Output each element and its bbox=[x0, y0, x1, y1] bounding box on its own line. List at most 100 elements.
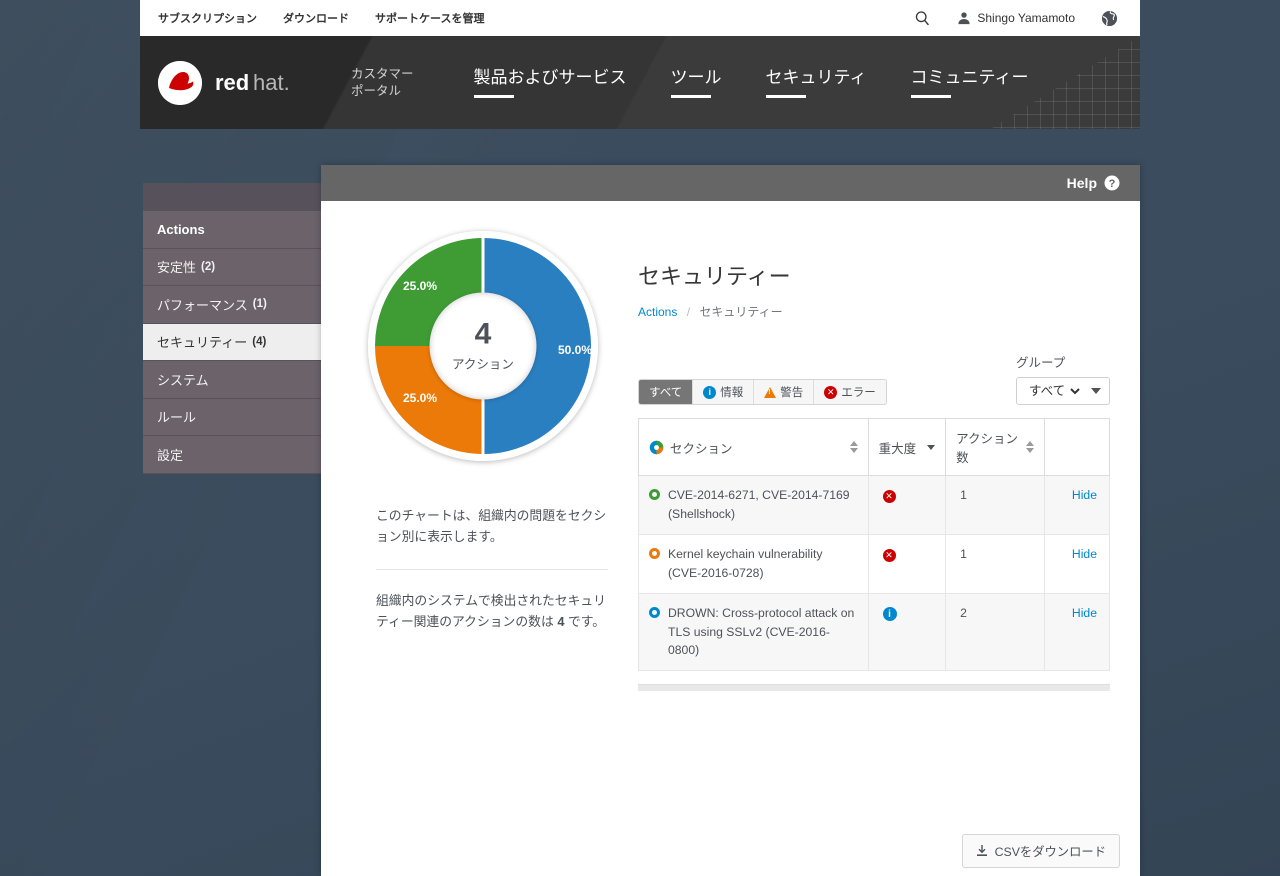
help-link[interactable]: Help ? bbox=[1067, 175, 1120, 191]
sidebar-item-label: ルール bbox=[157, 410, 197, 426]
globe-icon[interactable] bbox=[1101, 10, 1118, 27]
sidebar-item-security[interactable]: セキュリティー (4) bbox=[143, 323, 323, 361]
column-header-actions bbox=[1044, 418, 1110, 476]
breadcrumb-root-link[interactable]: Actions bbox=[638, 305, 677, 319]
sort-desc-icon[interactable] bbox=[927, 444, 936, 450]
breadcrumb: Actions / セキュリティー bbox=[638, 303, 1110, 320]
nav-community[interactable]: コミュニティー bbox=[910, 63, 1028, 102]
panel-body: 50.0% 25.0% 25.0% 4 アクション このチャートは、組織内の問題… bbox=[321, 201, 1140, 841]
caret-down-icon[interactable] bbox=[1091, 388, 1101, 394]
nav-products-and-services[interactable]: 製品およびサービス bbox=[473, 63, 627, 102]
filter-error-label: エラー bbox=[841, 387, 876, 399]
filter-warning-label: 警告 bbox=[780, 387, 804, 399]
table-body: CVE-2014-6271, CVE-2014-7169 (Shellshock… bbox=[638, 475, 1110, 672]
table-header-row: セクション 重大度 アクション数 bbox=[638, 418, 1110, 476]
chart-description-paragraph-2: 組織内のシステムで検出されたセキュリティー関連のアクションの数は 4 です。 bbox=[376, 590, 608, 632]
hide-link[interactable]: Hide bbox=[1072, 606, 1097, 620]
search-icon[interactable] bbox=[914, 10, 931, 27]
sidebar-item-settings[interactable]: 設定 bbox=[143, 436, 323, 474]
topbar-link-support-cases[interactable]: サポートケースを管理 bbox=[375, 10, 484, 26]
cell-actions: Hide bbox=[1044, 592, 1110, 672]
hide-link[interactable]: Hide bbox=[1072, 547, 1097, 561]
main-navigation: 製品およびサービス ツール セキュリティ コミュニティー bbox=[473, 63, 1028, 102]
column-header-severity[interactable]: 重大度 bbox=[867, 418, 947, 476]
redhat-wordmark-icon: red hat. bbox=[215, 70, 323, 96]
chart-description-divider bbox=[376, 569, 608, 571]
group-filter-label: グループ bbox=[1016, 356, 1066, 370]
sidebar-item-system[interactable]: システム bbox=[143, 361, 323, 399]
cell-actions: Hide bbox=[1044, 533, 1110, 594]
warning-triangle-icon bbox=[764, 386, 777, 398]
filter-controls: すべて i 情報 警告 ✕ エラー グルー bbox=[638, 353, 1110, 405]
filter-all-label: すべて bbox=[649, 387, 683, 399]
column-header-severity-label: 重大度 bbox=[878, 441, 917, 456]
top-utility-links: サブスクリプション ダウンロード サポートケースを管理 bbox=[140, 10, 484, 26]
section-pie-icon bbox=[649, 440, 664, 455]
error-icon: ✕ bbox=[882, 549, 896, 563]
info-icon: i bbox=[703, 385, 717, 399]
svg-text:hat.: hat. bbox=[253, 70, 290, 95]
table-row[interactable]: DROWN: Cross-protocol attack on TLS usin… bbox=[638, 592, 1110, 672]
filter-info-button[interactable]: i 情報 bbox=[693, 380, 755, 404]
sort-icon[interactable] bbox=[849, 441, 858, 453]
donut-slice-label-green: 25.0% bbox=[403, 279, 438, 293]
hide-link[interactable]: Hide bbox=[1072, 488, 1097, 502]
donut-center: 4 アクション bbox=[429, 292, 537, 400]
redhat-logo[interactable]: red hat. bbox=[155, 58, 323, 108]
column-header-section-label: セクション bbox=[670, 441, 733, 456]
topbar-link-subscriptions[interactable]: サブスクリプション bbox=[158, 10, 257, 26]
section-name: DROWN: Cross-protocol attack on TLS usin… bbox=[668, 605, 855, 658]
table-row[interactable]: Kernel keychain vulnerability (CVE-2016-… bbox=[638, 533, 1110, 594]
top-utility-bar: サブスクリプション ダウンロード サポートケースを管理 Shingo Yamam… bbox=[140, 0, 1140, 36]
masthead: red hat. カスタマー ポータル 製品およびサービス ツール セキュリティ… bbox=[140, 36, 1140, 129]
nav-tools[interactable]: ツール bbox=[670, 63, 722, 102]
sidebar-header-actions: Actions bbox=[143, 211, 323, 249]
svg-text:?: ? bbox=[1109, 178, 1116, 190]
sort-icon[interactable] bbox=[1026, 441, 1035, 453]
top-utility-right: Shingo Yamamoto bbox=[914, 10, 1140, 27]
sidebar-item-label: システム bbox=[157, 372, 209, 388]
table-footer-bar bbox=[638, 684, 1110, 692]
column-header-action-count[interactable]: アクション数 bbox=[945, 418, 1046, 476]
chart-description: このチャートは、組織内の問題をセクション別に表示します。 組織内のシステムで検出… bbox=[376, 505, 608, 632]
group-select-wrapper[interactable]: すべて bbox=[1016, 377, 1110, 405]
chart-description-paragraph-1: このチャートは、組織内の問題をセクション別に表示します。 bbox=[376, 508, 607, 545]
filter-warning-button[interactable]: 警告 bbox=[754, 380, 815, 404]
cell-severity: i bbox=[867, 592, 947, 672]
sidebar-item-label: パフォーマンス bbox=[157, 297, 248, 313]
download-icon bbox=[976, 845, 988, 857]
main-panel: Help ? 50.0% 25.0% 25.0% 4 アクション このチャートは… bbox=[321, 165, 1140, 876]
question-circle-icon: ? bbox=[1104, 175, 1120, 191]
section-ring-icon bbox=[649, 489, 660, 500]
download-csv-label: CSVをダウンロード bbox=[994, 845, 1106, 859]
security-actions-table: セクション 重大度 アクション数 CVE-2014-6271, CVE-2014… bbox=[638, 418, 1110, 672]
cell-section: Kernel keychain vulnerability (CVE-2016-… bbox=[638, 533, 869, 594]
donut-center-value: 4 bbox=[474, 317, 492, 351]
topbar-link-downloads[interactable]: ダウンロード bbox=[283, 10, 349, 26]
sidebar-item-label: セキュリティー bbox=[157, 335, 248, 351]
user-icon bbox=[957, 11, 971, 25]
table-head: セクション 重大度 アクション数 bbox=[638, 418, 1110, 476]
panel-footer: CSVをダウンロード bbox=[321, 826, 1140, 876]
sidebar-item-rules[interactable]: ルール bbox=[143, 398, 323, 436]
nav-security[interactable]: セキュリティ bbox=[765, 63, 867, 102]
cell-section: CVE-2014-6271, CVE-2014-7169 (Shellshock… bbox=[638, 475, 869, 535]
sidebar-top-stub bbox=[143, 183, 323, 211]
sidebar-item-performance[interactable]: パフォーマンス (1) bbox=[143, 286, 323, 324]
user-account[interactable]: Shingo Yamamoto bbox=[957, 11, 1075, 25]
list-column: セキュリティー Actions / セキュリティー すべて i 情報 ! 警告 … bbox=[626, 201, 1140, 841]
download-csv-button[interactable]: CSVをダウンロード bbox=[961, 834, 1120, 868]
chart-desc-text-after: です。 bbox=[564, 614, 606, 630]
sidebar-item-count: (2) bbox=[201, 260, 216, 273]
sidebar-item-stability[interactable]: 安定性 (2) bbox=[143, 248, 323, 286]
column-header-section[interactable]: セクション bbox=[638, 418, 869, 476]
panel-header: Help ? bbox=[321, 165, 1140, 201]
section-ring-icon bbox=[649, 547, 660, 559]
table-row[interactable]: CVE-2014-6271, CVE-2014-7169 (Shellshock… bbox=[638, 475, 1110, 535]
section-ring-icon bbox=[649, 606, 660, 618]
filter-all-button[interactable]: すべて bbox=[639, 380, 694, 404]
cell-actions: Hide bbox=[1044, 475, 1110, 535]
donut-slice-label-orange: 25.0% bbox=[403, 391, 438, 405]
filter-error-button[interactable]: ✕ エラー bbox=[814, 380, 886, 404]
group-select[interactable]: すべて bbox=[1025, 383, 1083, 399]
